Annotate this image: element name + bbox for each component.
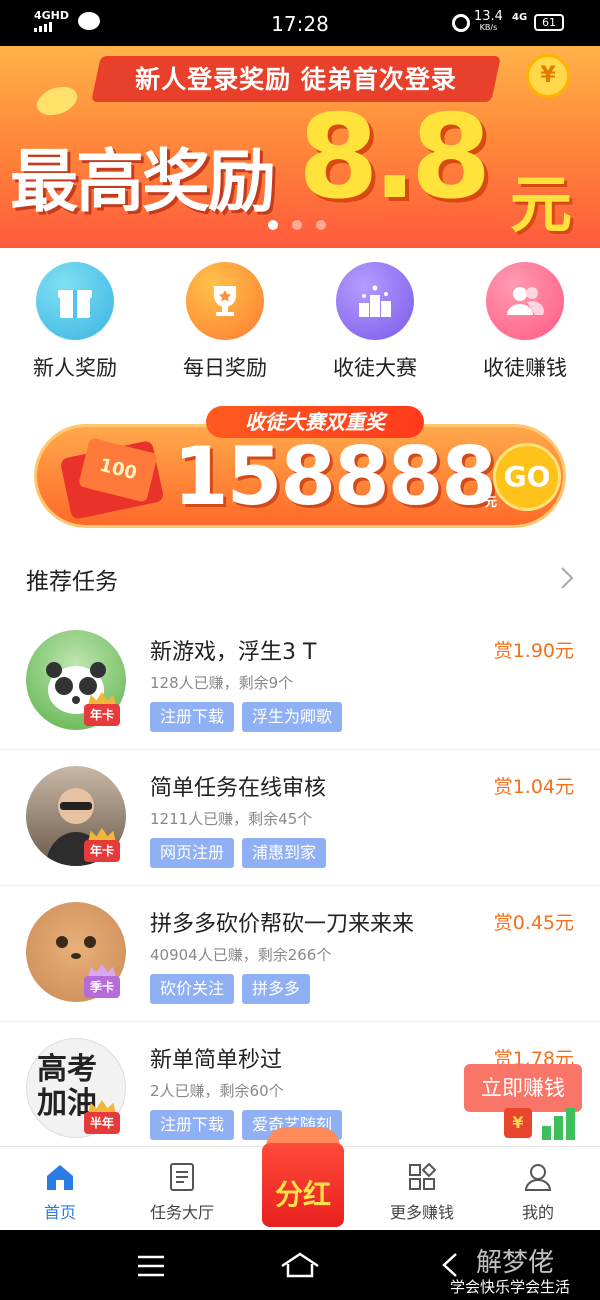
task-tags: 注册下载 浮生为卿歌 [150, 702, 343, 732]
gift-icon [36, 262, 114, 340]
task-title: 新游戏，浮生3 T [150, 640, 317, 665]
app-screen: 4GHD 17:28 13.4 KB/s 4G 61 新人登录奖励 徒弟首次登录… [0, 0, 600, 1300]
task-meta: 128人已赚，剩余9个 [150, 674, 294, 692]
membership-badge: 年卡 [80, 826, 124, 866]
grid-icon [409, 1162, 437, 1190]
banner-headline: 最高奖励 [10, 143, 276, 222]
task-title: 拼多多砍价帮砍一刀来来来 [150, 912, 415, 937]
document-icon [170, 1163, 194, 1191]
task-reward: 赏1.04元 [493, 776, 574, 798]
yen-coin-icon: ¥ [526, 54, 570, 98]
task-item[interactable]: 季卡 拼多多砍价帮砍一刀来来来 赏0.45元 40904人已赚，剩余266个 砍… [0, 886, 600, 1022]
chevron-right-icon[interactable] [560, 566, 574, 590]
watermark-logo: 解梦佬 [476, 1248, 555, 1278]
section-title: 推荐任务 [26, 569, 118, 595]
clock-time: 17:28 [271, 12, 329, 36]
task-tag: 拼多多 [242, 974, 311, 1004]
badge-label: 年卡 [84, 704, 120, 726]
badge-label: 半年 [84, 1112, 120, 1134]
home-nav-icon[interactable] [278, 1250, 322, 1280]
tab-task-hall[interactable]: 任务大厅 [122, 1147, 242, 1231]
tab-more-earn[interactable]: 更多赚钱 [362, 1147, 482, 1231]
quick-entry-label: 收徒大赛 [333, 356, 417, 380]
quick-entries: 新人奖励 每日奖励 收徒大赛 收徒赚钱 [0, 262, 600, 386]
task-meta: 40904人已赚，剩余266个 [150, 946, 332, 964]
task-tag: 浮生为卿歌 [242, 702, 343, 732]
menu-icon[interactable] [136, 1254, 166, 1278]
quick-entry-newbie[interactable]: 新人奖励 [0, 262, 150, 386]
status-bar: 4GHD 17:28 13.4 KB/s 4G 61 [0, 0, 600, 46]
recommended-section-header[interactable]: 推荐任务 [0, 550, 600, 606]
promo-body: 100 158888 元 GO [34, 424, 566, 528]
alarm-icon [452, 14, 470, 32]
quick-entry-label: 收徒赚钱 [483, 356, 567, 380]
quick-entry-daily[interactable]: 每日奖励 [150, 262, 300, 386]
user-icon [524, 1164, 552, 1191]
task-item[interactable]: 年卡 新游戏，浮生3 T 赏1.90元 128人已赚，剩余9个 注册下载 浮生为… [0, 614, 600, 750]
tab-label: 分红 [274, 1178, 331, 1211]
battery-icon: 61 [534, 14, 564, 31]
carousel-dots [268, 220, 326, 230]
network2-label: 4G [512, 12, 528, 23]
carousel-dot[interactable] [316, 220, 326, 230]
task-tag: 网页注册 [150, 838, 235, 868]
system-nav-bar: 解梦佬 学会快乐学会生活 [0, 1230, 600, 1300]
red-envelope-yen-icon: ¥ [504, 1108, 532, 1138]
home-icon [47, 1165, 73, 1190]
promo-amount: 158888 [173, 430, 497, 523]
tab-label: 首页 [43, 1203, 76, 1222]
podium-icon [336, 262, 414, 340]
network-speed: 13.4 KB/s [474, 10, 503, 33]
go-button[interactable]: GO [493, 443, 561, 511]
task-meta: 1211人已赚，剩余45个 [150, 810, 313, 828]
banner-unit: 元 [510, 168, 573, 241]
quick-entry-contest[interactable]: 收徒大赛 [300, 262, 450, 386]
quick-entry-recruit[interactable]: 收徒赚钱 [450, 262, 600, 386]
task-title: 简单任务在线审核 [150, 776, 327, 801]
membership-badge: 季卡 [80, 962, 124, 1002]
task-item[interactable]: 年卡 简单任务在线审核 赏1.04元 1211人已赚，剩余45个 网页注册 浦惠… [0, 750, 600, 886]
bar-chart-icon [542, 1108, 575, 1140]
tab-label: 更多赚钱 [389, 1203, 454, 1222]
task-reward: 赏1.90元 [493, 640, 574, 662]
task-tag: 浦惠到家 [242, 838, 327, 868]
task-title: 新单简单秒过 [150, 1048, 283, 1073]
tab-label: 我的 [521, 1203, 554, 1222]
task-reward: 赏0.45元 [493, 912, 574, 934]
promo-unit: 元 [485, 495, 498, 509]
tab-mine[interactable]: 我的 [478, 1147, 598, 1231]
task-meta: 2人已赚，剩余60个 [150, 1082, 284, 1100]
quick-entry-label: 每日奖励 [183, 356, 267, 380]
task-tag: 砍价关注 [150, 974, 235, 1004]
float-icons: ¥ [504, 1104, 580, 1140]
tab-home[interactable]: 首页 [0, 1147, 120, 1231]
badge-label: 季卡 [84, 976, 120, 998]
tab-dividend[interactable]: 分红 [262, 1117, 344, 1227]
promo-banner[interactable]: 新人登录奖励 徒弟首次登录 ¥ 最高奖励 8.8 元 [0, 46, 600, 248]
watermark-slogan: 学会快乐学会生活 [450, 1278, 571, 1296]
membership-badge: 半年 [80, 1098, 124, 1138]
bottom-tab-bar: 首页 任务大厅 分红 更多赚钱 我的 [0, 1127, 600, 1231]
tab-label: 任务大厅 [149, 1203, 214, 1222]
speed-unit: KB/s [479, 23, 498, 32]
trophy-icon [186, 262, 264, 340]
task-tags: 砍价关注 拼多多 [150, 974, 311, 1004]
coin-decoration [32, 81, 82, 121]
contest-promo-card[interactable]: 100 158888 元 GO 收徒大赛双重奖 [34, 406, 566, 532]
task-tag: 注册下载 [150, 1110, 235, 1140]
task-tag: 注册下载 [150, 702, 235, 732]
task-tags: 网页注册 浦惠到家 [150, 838, 327, 868]
speed-value: 13.4 [474, 9, 503, 24]
carousel-dot[interactable] [268, 220, 278, 230]
badge-label: 年卡 [84, 840, 120, 862]
promo-tag: 收徒大赛双重奖 [206, 406, 424, 438]
users-icon [486, 262, 564, 340]
membership-badge: 年卡 [80, 690, 124, 730]
carousel-dot[interactable] [292, 220, 302, 230]
banner-amount: 8.8 [298, 90, 491, 225]
quick-entry-label: 新人奖励 [33, 356, 117, 380]
